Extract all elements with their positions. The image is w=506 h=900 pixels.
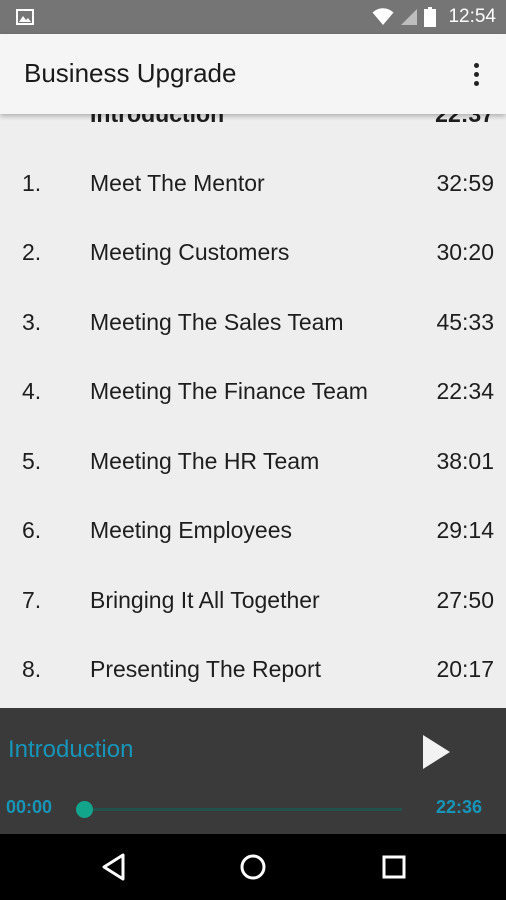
track-duration: 38:01 [436,448,494,474]
track-title: Meeting The Sales Team [90,309,344,335]
track-title: Meeting The HR Team [90,448,320,474]
track-number: 3. [22,309,42,335]
overflow-menu-icon[interactable] [464,58,488,90]
page-title: Business Upgrade [24,58,237,88]
seek-bar[interactable] [84,808,402,811]
system-nav-bar [0,834,506,900]
audio-player: Introduction 00:00 22:36 [0,708,506,834]
track-title: Meeting Customers [90,239,290,265]
play-icon[interactable] [420,734,452,770]
track-number: 1. [22,170,42,196]
track-row[interactable]: 3. Meeting The Sales Team 45:33 [0,288,506,357]
track-duration: 32:59 [436,170,494,196]
status-time: 12:54 [448,6,496,27]
status-bar: 12:54 [0,0,506,34]
signal-icon [401,9,418,25]
track-title: Bringing It All Together [90,587,320,613]
track-duration: 22:34 [436,378,494,404]
now-playing-title: Introduction [8,736,134,763]
track-duration: 29:14 [436,517,494,543]
track-title: Meeting The Finance Team [90,378,368,404]
track-title: Meeting Employees [90,517,292,543]
track-list[interactable]: Introduction 22:37 1. Meet The Mentor 32… [0,114,506,708]
track-duration: 27:50 [436,587,494,613]
track-number: 6. [22,517,42,543]
image-icon [16,9,34,25]
app-bar: Business Upgrade [0,34,506,114]
track-row[interactable]: 2. Meeting Customers 30:20 [0,218,506,287]
track-row[interactable]: 5. Meeting The HR Team 38:01 [0,427,506,496]
track-row-introduction[interactable]: Introduction 22:37 [0,114,506,149]
seek-thumb[interactable] [76,801,93,818]
back-icon[interactable] [99,852,129,882]
track-duration: 20:17 [436,656,494,682]
track-number: 5. [22,448,42,474]
track-title: Presenting The Report [90,656,321,682]
track-title: Meet The Mentor [90,170,265,196]
track-number: 2. [22,239,42,265]
track-row[interactable]: 6. Meeting Employees 29:14 [0,496,506,565]
current-time: 00:00 [6,797,53,817]
track-duration: 45:33 [436,309,494,335]
wifi-icon [372,8,394,25]
track-number: 4. [22,378,42,404]
track-duration: 22:37 [435,114,494,127]
track-title: Introduction [90,114,225,127]
battery-icon [424,7,437,27]
home-icon[interactable] [238,852,268,882]
track-row[interactable]: 8. Presenting The Report 20:17 [0,635,506,704]
track-row[interactable]: 4. Meeting The Finance Team 22:34 [0,357,506,426]
total-time: 22:36 [435,797,482,817]
track-number: 7. [22,587,42,613]
track-row[interactable]: 1. Meet The Mentor 32:59 [0,149,506,218]
track-number: 8. [22,656,42,682]
track-duration: 30:20 [436,239,494,265]
recents-icon[interactable] [379,852,409,882]
track-row[interactable]: 7. Bringing It All Together 27:50 [0,566,506,635]
